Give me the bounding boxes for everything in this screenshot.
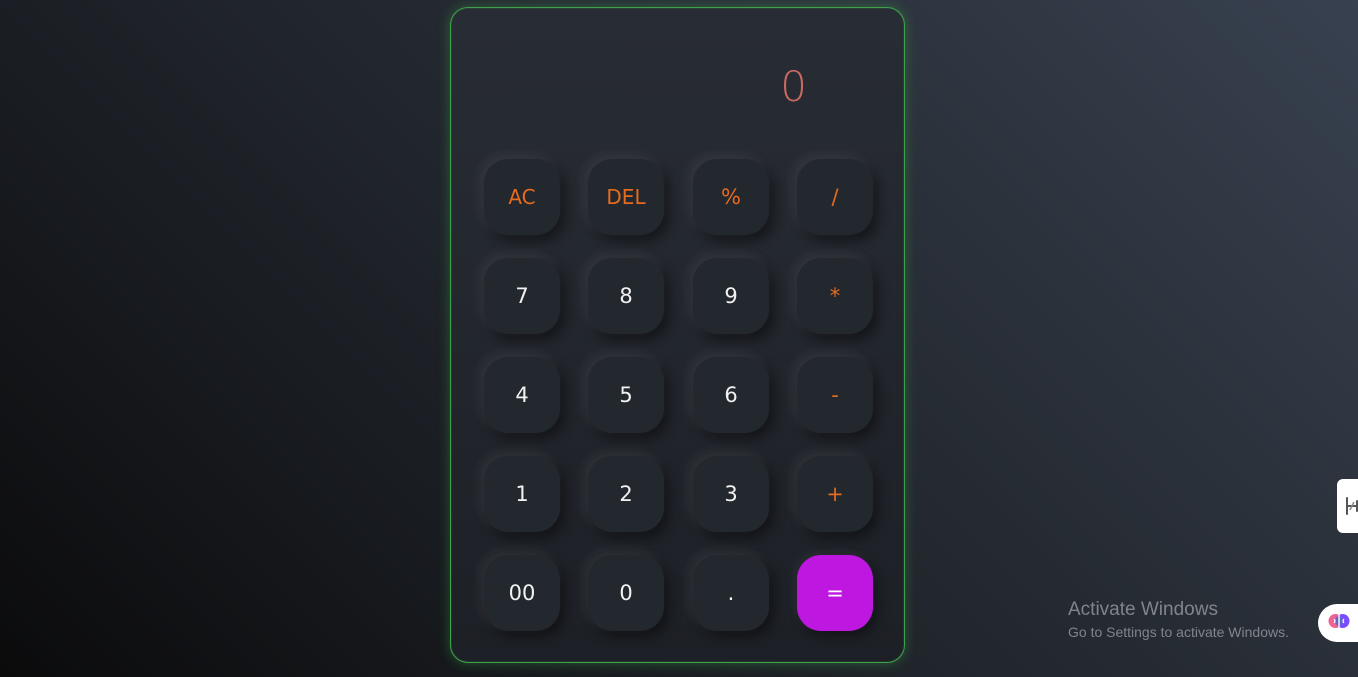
watermark-title: Activate Windows [1068, 599, 1218, 620]
digit-4-button[interactable]: 4 [484, 357, 560, 433]
digit-0-button[interactable]: 0 [588, 555, 664, 631]
multiply-button[interactable]: * [797, 258, 873, 334]
digit-8-button[interactable]: 8 [588, 258, 664, 334]
brain-icon [1328, 610, 1350, 636]
decimal-button[interactable]: . [693, 555, 769, 631]
percent-button[interactable]: % [693, 159, 769, 235]
calculator-panel: 0 AC DEL % / 7 8 9 * 4 5 6 - 1 2 3 + 00 … [450, 7, 905, 663]
ac-button[interactable]: AC [484, 159, 560, 235]
digit-9-button[interactable]: 9 [693, 258, 769, 334]
digit-6-button[interactable]: 6 [693, 357, 769, 433]
side-tab[interactable] [1337, 479, 1358, 533]
activate-windows-watermark: Activate Windows Go to Settings to activ… [1068, 598, 1289, 642]
digit-1-button[interactable]: 1 [484, 456, 560, 532]
digit-3-button[interactable]: 3 [693, 456, 769, 532]
display-value: 0 [780, 62, 807, 111]
digit-7-button[interactable]: 7 [484, 258, 560, 334]
add-button[interactable]: + [797, 456, 873, 532]
resize-icon [1344, 495, 1358, 517]
double-zero-button[interactable]: 00 [484, 555, 560, 631]
equals-button[interactable]: = [797, 555, 873, 631]
digit-5-button[interactable]: 5 [588, 357, 664, 433]
delete-button[interactable]: DEL [588, 159, 664, 235]
divide-button[interactable]: / [797, 159, 873, 235]
subtract-button[interactable]: - [797, 357, 873, 433]
watermark-subtitle: Go to Settings to activate Windows. [1068, 624, 1289, 640]
extension-button[interactable] [1318, 604, 1358, 642]
digit-2-button[interactable]: 2 [588, 456, 664, 532]
